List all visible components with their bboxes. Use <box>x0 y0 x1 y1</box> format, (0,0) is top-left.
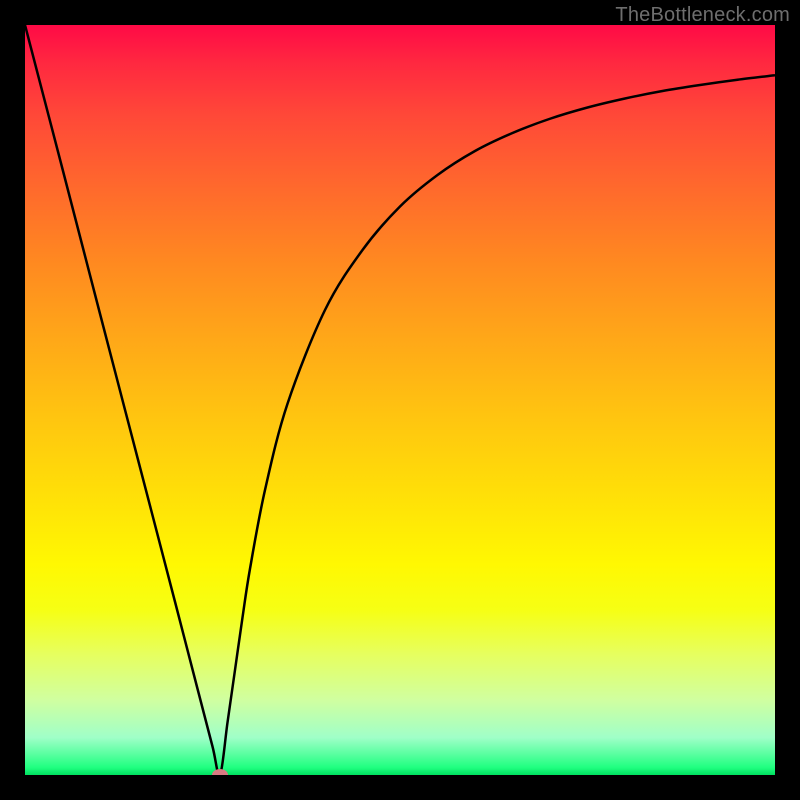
chart-frame: TheBottleneck.com <box>0 0 800 800</box>
plot-area <box>25 25 775 775</box>
optimal-point-marker <box>212 769 228 775</box>
watermark-text: TheBottleneck.com <box>615 4 790 27</box>
heat-gradient-bg <box>25 25 775 775</box>
